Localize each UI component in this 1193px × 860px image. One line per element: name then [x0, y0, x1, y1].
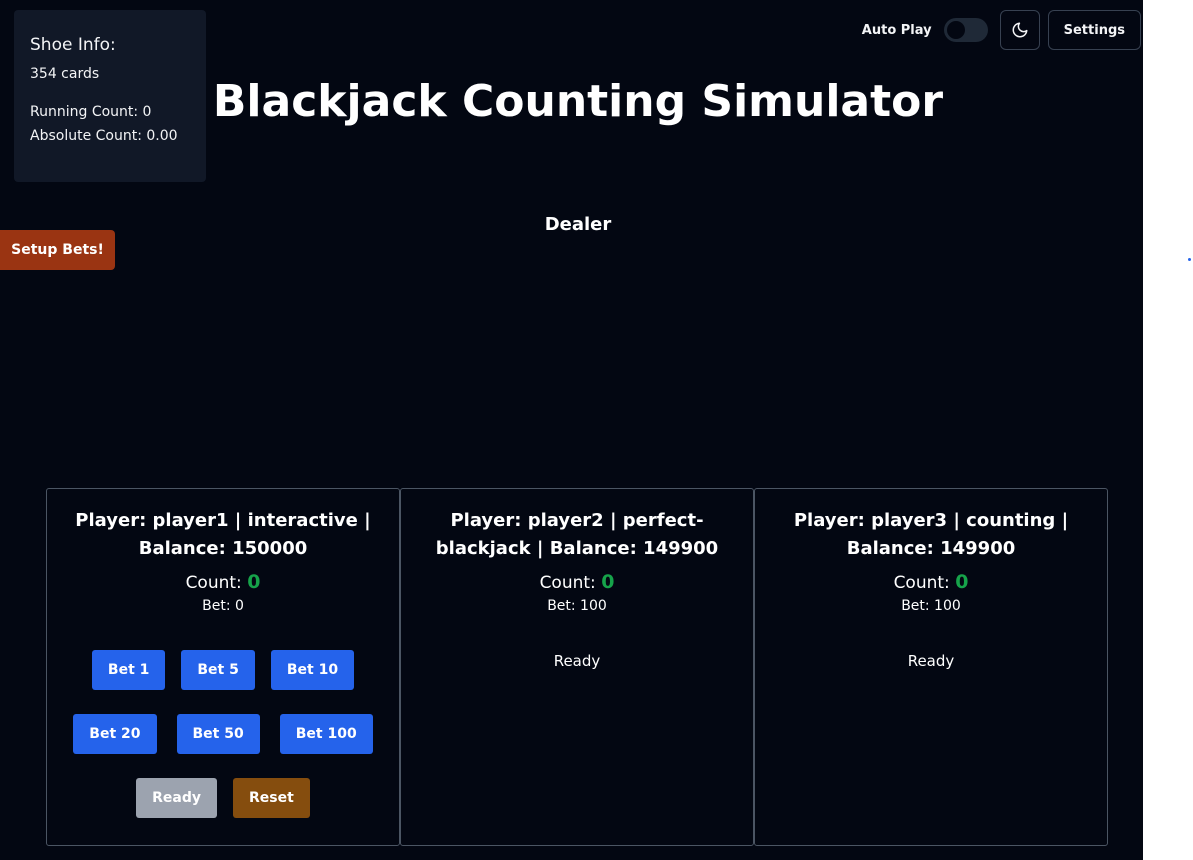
bet-5-button[interactable]: Bet 5	[181, 650, 255, 690]
toggle-knob	[946, 21, 965, 39]
app-container: Shoe Info: 354 cards Running Count: 0 Ab…	[0, 0, 1143, 860]
bet-buttons-row-2: Bet 20 Bet 50 Bet 100	[47, 714, 399, 754]
theme-toggle-button[interactable]	[999, 10, 1040, 50]
count-value: 0	[247, 571, 261, 593]
action-buttons-row: Ready Reset	[47, 778, 399, 818]
player-count: Count: 0	[47, 569, 399, 596]
players-row: Player: player1 | interactive | Balance:…	[46, 488, 1108, 846]
settings-button[interactable]: Settings	[1047, 10, 1141, 50]
player-count: Count: 0	[401, 569, 753, 596]
auto-play-toggle[interactable]	[943, 18, 988, 42]
count-label: Count:	[185, 573, 242, 593]
page-title: Blackjack Counting Simulator	[212, 76, 944, 127]
count-value: 0	[601, 571, 615, 593]
player-title: Player: player1 | interactive | Balance:…	[75, 510, 371, 559]
count-label: Count:	[539, 573, 596, 593]
player-bet: Bet: 0	[202, 598, 244, 614]
count-value: 0	[955, 571, 969, 593]
auto-play-label: Auto Play	[861, 22, 932, 38]
player-status: Ready	[553, 652, 601, 670]
count-label: Count:	[893, 573, 950, 593]
player-bet: Bet: 100	[901, 598, 961, 614]
ready-button[interactable]: Ready	[136, 778, 218, 818]
player-card-player1: Player: player1 | interactive | Balance:…	[46, 488, 400, 846]
bet-50-button[interactable]: Bet 50	[176, 714, 260, 754]
moon-icon	[1012, 22, 1028, 38]
bet-10-button[interactable]: Bet 10	[270, 650, 355, 690]
reset-button[interactable]: Reset	[233, 778, 310, 818]
player-status: Ready	[907, 652, 955, 670]
player-bet: Bet: 100	[547, 598, 607, 614]
edge-dot	[1188, 258, 1191, 261]
player-title: Player: player3 | counting | Balance: 14…	[793, 510, 1069, 559]
player-card-player3: Player: player3 | counting | Balance: 14…	[754, 488, 1108, 846]
top-controls: Auto Play Settings	[862, 10, 1141, 50]
shoe-info-title: Shoe Info:	[30, 35, 116, 55]
dealer-label: Dealer	[544, 214, 612, 235]
bet-1-button[interactable]: Bet 1	[91, 650, 166, 690]
player-count: Count: 0	[755, 569, 1107, 596]
player-card-player2: Player: player2 | perfect-blackjack | Ba…	[400, 488, 754, 846]
bet-buttons-row-1: Bet 1 Bet 5 Bet 10	[47, 650, 399, 690]
bet-100-button[interactable]: Bet 100	[279, 714, 373, 754]
player-title: Player: player2 | perfect-blackjack | Ba…	[435, 510, 719, 559]
setup-bets-button[interactable]: Setup Bets!	[0, 230, 115, 270]
bet-20-button[interactable]: Bet 20	[73, 714, 157, 754]
